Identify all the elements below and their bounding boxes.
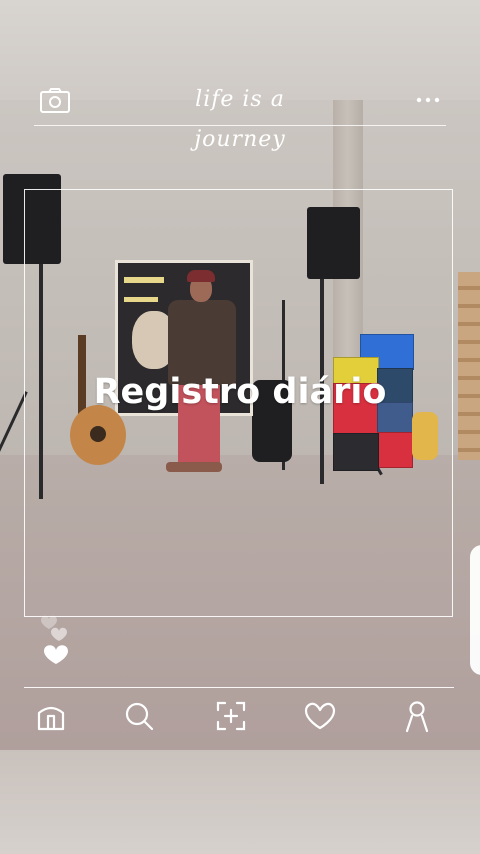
header-divider: [34, 125, 446, 126]
heart-icon: [41, 615, 68, 664]
story-overlay: life is a journey Registro diário: [0, 0, 480, 854]
floating-hearts[interactable]: [36, 608, 80, 668]
edge-highlight: [470, 545, 480, 675]
story-caption: Registro diário: [93, 372, 387, 412]
add-post-icon[interactable]: [213, 694, 249, 738]
search-icon[interactable]: [121, 694, 157, 738]
nav-divider: [24, 687, 454, 688]
heart-icon[interactable]: [302, 694, 338, 738]
bottom-nav: [24, 694, 454, 738]
home-icon[interactable]: [33, 694, 69, 738]
camera-icon[interactable]: [39, 87, 71, 115]
profile-icon[interactable]: [399, 694, 435, 738]
more-dots-icon[interactable]: [414, 92, 442, 108]
header-title: life is a journey: [194, 87, 286, 152]
